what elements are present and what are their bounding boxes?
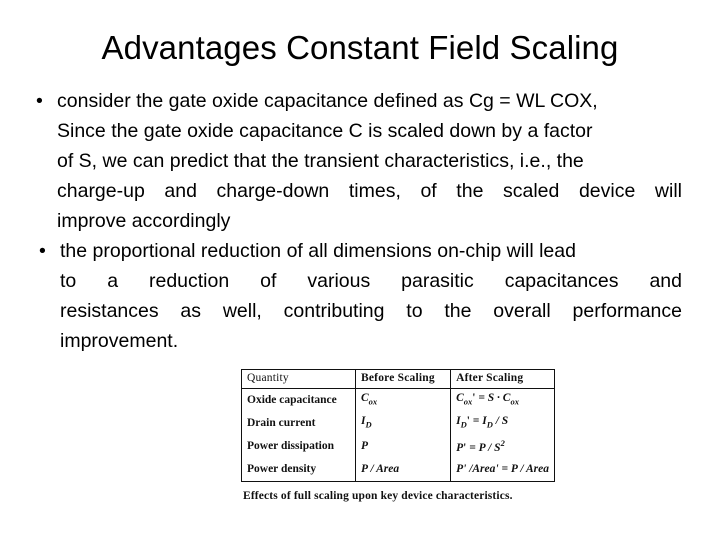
- cell-before: ID: [354, 412, 451, 435]
- after-lhs-sub: ox: [463, 396, 473, 407]
- bullet-line: resistances as well, contributing to the…: [60, 300, 682, 322]
- cell-after: Cox' = S · Cox: [450, 388, 555, 412]
- bullet-item: • the proportional reduction of all dime…: [0, 236, 720, 356]
- bullet-line: of S, we can predict that the transient …: [57, 150, 584, 172]
- bullet-line: charge-up and charge-down times, of the …: [57, 180, 682, 202]
- cell-after: P' /Area' = P / Area: [450, 458, 555, 482]
- table-header-row: Quantity Before Scaling After Scaling: [241, 369, 555, 389]
- figure-caption: Effects of full scaling upon key device …: [243, 490, 513, 502]
- after-lhs-prime: ': [466, 414, 470, 427]
- after-tail: / S: [492, 414, 509, 427]
- cell-quantity: Power dissipation: [247, 439, 335, 452]
- table-row: Power dissipation P P' = P / S2: [242, 435, 555, 458]
- bullet-marker-icon: •: [36, 90, 43, 112]
- bullet-item: • consider the gate oxide capacitance de…: [0, 86, 720, 236]
- scaling-figure: Quantity Before Scaling After Scaling Ox…: [241, 369, 557, 502]
- after-op: = P / S: [469, 441, 501, 454]
- cell-before: P / Area: [354, 458, 451, 482]
- table-row: Power density P / Area P' /Area' = P / A…: [242, 458, 555, 482]
- after-op: = S · C: [478, 391, 511, 404]
- bullet-line: consider the gate oxide capacitance defi…: [57, 90, 598, 112]
- bullet-line: Since the gate oxide capacitance C is sc…: [57, 120, 593, 142]
- scaling-table: Quantity Before Scaling After Scaling Ox…: [241, 369, 555, 482]
- cell-after: P' = P / S2: [450, 435, 555, 458]
- bullet-line: to a reduction of various parasitic capa…: [60, 270, 682, 292]
- cell-before-base: P / Area: [360, 462, 400, 475]
- after-lhs-prime: ': [472, 391, 476, 404]
- cell-quantity: Power density: [247, 462, 317, 475]
- after-lhs-prime: ': [463, 441, 467, 454]
- cell-quantity: Oxide capacitance: [247, 393, 337, 406]
- cell-before-base: P: [360, 439, 369, 452]
- after-op: = I: [472, 414, 487, 427]
- table-row: Oxide capacitance Cox Cox' = S · Cox: [242, 388, 555, 412]
- cell-after: ID' = ID / S: [450, 412, 555, 435]
- cell-before-base: C: [360, 391, 369, 404]
- after-rhs-sub: ox: [510, 396, 519, 407]
- header-quantity: Quantity: [241, 369, 356, 389]
- cell-before: Cox: [354, 388, 451, 412]
- table-row: Drain current ID ID' = ID / S: [242, 412, 555, 435]
- header-after-scaling: After Scaling: [450, 369, 555, 389]
- slide-body: • consider the gate oxide capacitance de…: [0, 86, 720, 356]
- bullet-marker-icon: •: [39, 240, 46, 262]
- cell-quantity: Drain current: [247, 416, 316, 429]
- header-before-scaling: Before Scaling: [354, 369, 451, 389]
- bullet-line: improvement.: [60, 330, 179, 352]
- after-lhs-base: C: [456, 391, 464, 404]
- cell-before-sub: ox: [368, 396, 378, 407]
- cell-before-sub: D: [365, 419, 372, 430]
- page-title: Advantages Constant Field Scaling: [101, 29, 619, 66]
- bullet-line: the proportional reduction of all dimens…: [60, 240, 576, 262]
- cell-before: P: [354, 435, 451, 458]
- bullet-line: improve accordingly: [57, 210, 231, 232]
- after-exponent: 2: [500, 438, 505, 449]
